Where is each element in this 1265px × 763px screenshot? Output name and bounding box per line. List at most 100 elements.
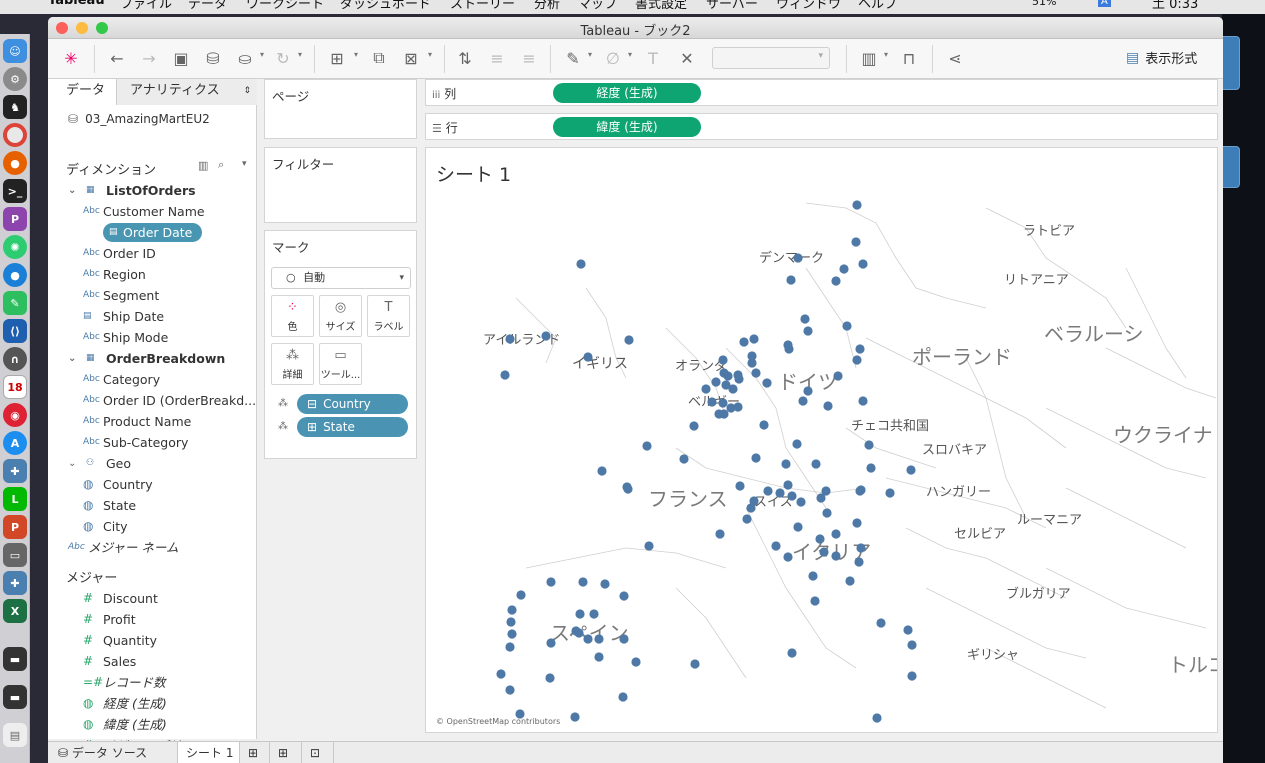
map-point[interactable] [793, 522, 803, 532]
map-point[interactable] [876, 618, 886, 628]
map-point[interactable] [594, 652, 604, 662]
chevron-down-icon[interactable]: ⌄ [68, 349, 82, 368]
new-dashboard-icon[interactable]: ⊞ [270, 742, 302, 763]
map-point[interactable] [631, 657, 641, 667]
map-point[interactable] [852, 518, 862, 528]
fit-dropdown[interactable] [712, 47, 830, 69]
field-item[interactable]: ◍ 緯度 (生成) [83, 715, 167, 734]
map-point[interactable] [707, 397, 717, 407]
excel-icon[interactable]: X [3, 599, 27, 623]
map-point[interactable] [852, 200, 862, 210]
calendar-icon[interactable]: 18 [3, 375, 27, 399]
map-point[interactable] [690, 659, 700, 669]
map-point[interactable] [718, 355, 728, 365]
menu-story[interactable]: ストーリー [450, 0, 515, 12]
map-point[interactable] [624, 335, 634, 345]
map-point[interactable] [546, 577, 556, 587]
map-point[interactable] [885, 488, 895, 498]
menu-dropdown-icon[interactable]: ▾ [242, 159, 247, 169]
map-point[interactable] [546, 638, 556, 648]
map-point[interactable] [505, 334, 515, 344]
map-point[interactable] [623, 484, 633, 494]
map-point[interactable] [845, 576, 855, 586]
map-svg[interactable]: ラトビアデンマークリトアニアアイルランドイギリス ポーランドベラルーシオランダドイ… [426, 148, 1218, 733]
dropdown-icon[interactable]: ▾ [588, 50, 592, 59]
map-point[interactable] [906, 465, 916, 475]
map-point[interactable] [505, 685, 515, 695]
chrome-icon[interactable] [3, 123, 27, 147]
map-point[interactable] [907, 640, 917, 650]
swap-icon[interactable]: ⇅ [452, 47, 478, 69]
field-category[interactable]: Abc Category [83, 370, 160, 389]
menu-dashboard[interactable]: ダッシュボード [340, 0, 431, 12]
clear-sheet-icon[interactable]: ⊠ [398, 47, 424, 69]
app-lips-icon[interactable]: ◉ [3, 403, 27, 427]
map-point[interactable] [851, 237, 861, 247]
columns-pill[interactable]: 経度 (生成) [553, 83, 701, 103]
screen-icon[interactable]: ▭ [3, 543, 27, 567]
map-point[interactable] [594, 634, 604, 644]
vscode-icon[interactable]: ⟨⟩ [3, 319, 27, 343]
clock[interactable]: 土 0:33 [1152, 0, 1198, 12]
menu-help[interactable]: ヘルプ [858, 0, 897, 12]
new-sheet-icon[interactable]: ⊞ [240, 742, 270, 763]
map-point[interactable] [589, 609, 599, 619]
chevron-down-icon[interactable]: ⌄ [68, 181, 82, 200]
map-point[interactable] [507, 605, 517, 615]
preferences-icon[interactable]: ⚙ [3, 67, 27, 91]
map-point[interactable] [831, 276, 841, 286]
map-point[interactable] [742, 514, 752, 524]
field-segment[interactable]: Abc Segment [83, 286, 159, 305]
dropdown-icon[interactable]: ▾ [260, 50, 264, 59]
map-point[interactable] [642, 441, 652, 451]
tableau-icon-2[interactable]: ✚ [3, 571, 27, 595]
map-point[interactable] [735, 481, 745, 491]
map-point[interactable] [787, 648, 797, 658]
firefox-icon[interactable]: ● [3, 151, 27, 175]
show-me-button[interactable]: ▤ 表示形式 [1126, 48, 1197, 68]
map-point[interactable] [701, 384, 711, 394]
field-discount[interactable]: # Discount [83, 589, 158, 608]
field-quantity[interactable]: # Quantity [83, 631, 157, 650]
redo-icon[interactable]: → [136, 47, 162, 69]
tooltip-button[interactable]: ▭ ツール... [319, 343, 362, 385]
map-point[interactable] [866, 463, 876, 473]
map-point[interactable] [842, 321, 852, 331]
map-point[interactable] [833, 371, 843, 381]
menu-app[interactable]: Tableau [48, 0, 105, 8]
map-point[interactable] [792, 439, 802, 449]
columns-shelf[interactable]: iii 列 経度 (生成) [425, 79, 1218, 106]
field-customer-name[interactable]: Abc Customer Name [83, 202, 205, 221]
share-icon[interactable]: ⋖ [942, 47, 968, 69]
view-toggle-icon[interactable]: ▥ [198, 159, 208, 172]
dropdown-icon[interactable]: ▾ [884, 50, 888, 59]
menu-file[interactable]: ファイル [120, 0, 172, 12]
desktop-widget-2[interactable] [1222, 146, 1240, 188]
field-item[interactable]: ◍ 経度 (生成) [83, 694, 167, 713]
map-point[interactable] [541, 331, 551, 341]
map-point[interactable] [783, 552, 793, 562]
show-cards-icon[interactable]: ▥ [856, 47, 882, 69]
map-point[interactable] [816, 493, 826, 503]
field-item[interactable]: Abc メジャー ネーム [68, 538, 178, 557]
field-ship-mode[interactable]: Abc Ship Mode [83, 328, 168, 347]
field-city[interactable]: ◍ City [83, 517, 128, 536]
map-point[interactable] [781, 459, 791, 469]
map-point[interactable] [771, 541, 781, 551]
map-point[interactable] [783, 480, 793, 490]
map-point[interactable] [839, 264, 849, 274]
field-item[interactable]: =# レコード数 [83, 673, 166, 692]
tab-data[interactable]: データ [48, 79, 116, 105]
filters-card[interactable]: フィルター [264, 147, 417, 223]
map-point[interactable] [811, 459, 821, 469]
map-point[interactable] [576, 259, 586, 269]
search-icon[interactable]: ⌕ [218, 158, 224, 172]
app-atom-icon[interactable]: ✺ [3, 235, 27, 259]
save-icon[interactable]: ▣ [168, 47, 194, 69]
map-point[interactable] [571, 626, 581, 636]
map-point[interactable] [507, 629, 517, 639]
map-point[interactable] [570, 712, 580, 722]
terminal-icon[interactable]: >_ [3, 179, 27, 203]
map-point[interactable] [734, 374, 744, 384]
map-point[interactable] [749, 334, 759, 344]
